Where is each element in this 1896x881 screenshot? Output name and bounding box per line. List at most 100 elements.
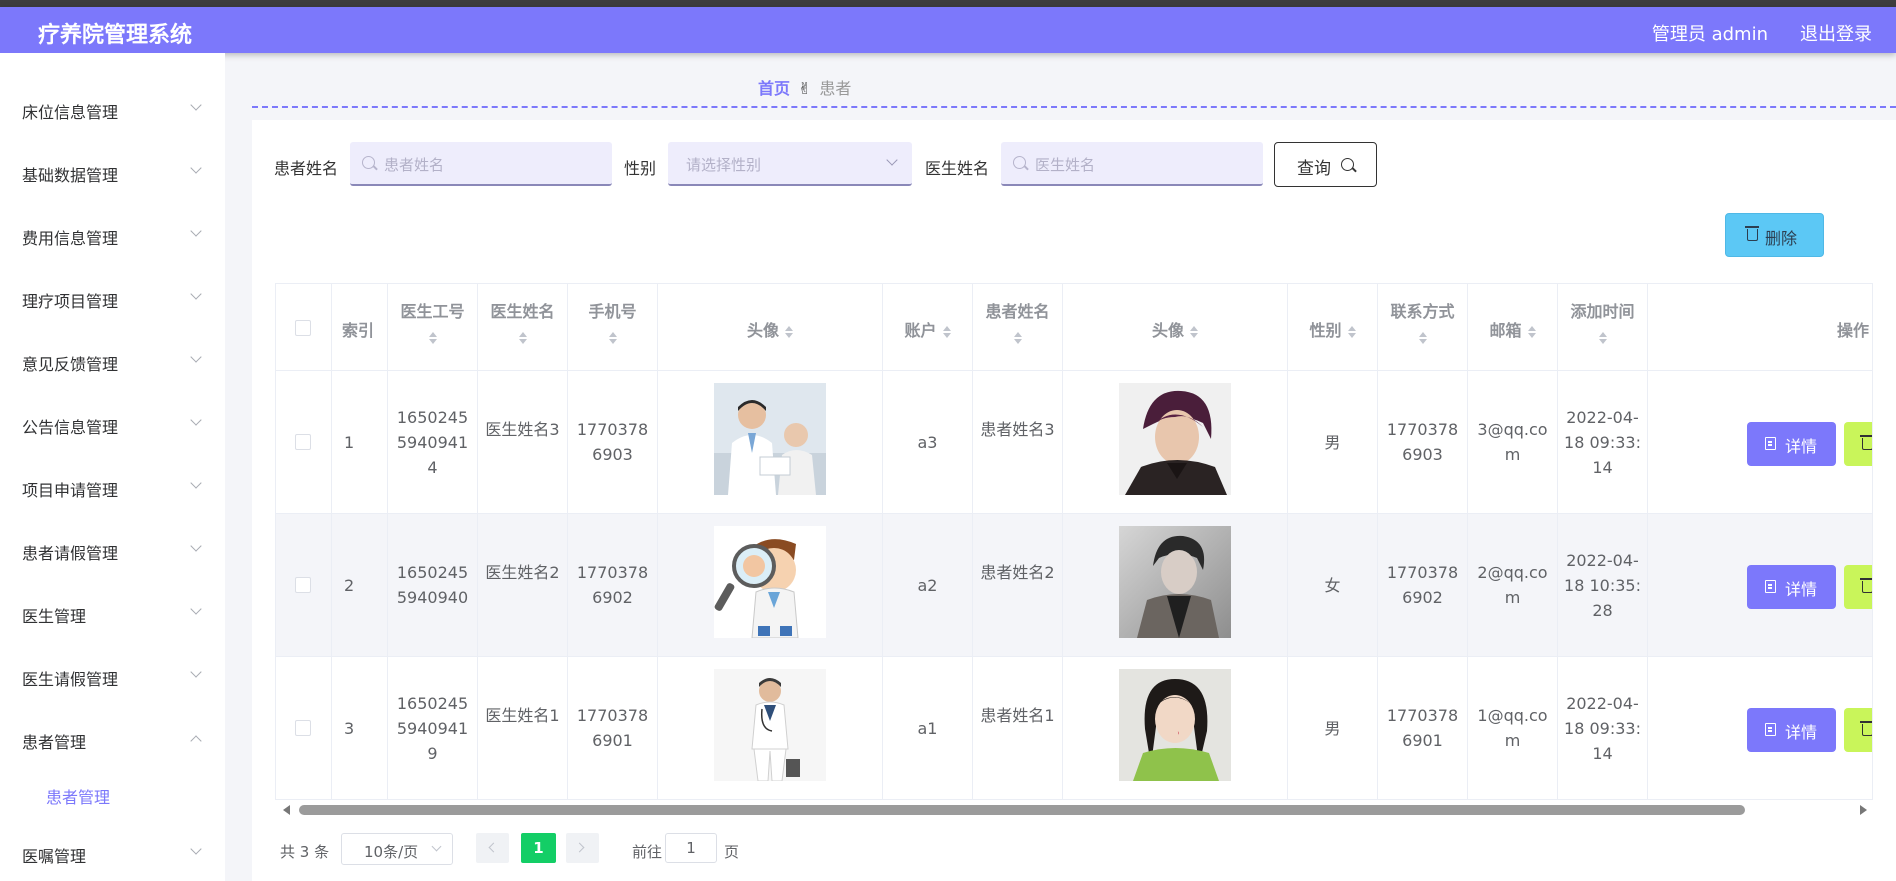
search-icon <box>362 156 375 169</box>
sort-icon[interactable] <box>1527 325 1536 338</box>
cell-doctor-id: 16502455940941 4 <box>396 408 469 477</box>
header-phone[interactable]: 手机号 <box>568 284 658 371</box>
doctor-name-input[interactable]: 医生姓名 <box>1001 142 1263 186</box>
header-doctor-name[interactable]: 医生姓名 <box>478 284 568 371</box>
chevron-down-icon <box>190 477 202 489</box>
row-checkbox[interactable] <box>295 577 311 593</box>
page-number-current[interactable]: 1 <box>521 833 556 863</box>
sidebar-item-basic-data[interactable]: 基础数据管理 <box>0 150 225 194</box>
chevron-left-icon <box>488 842 499 853</box>
sidebar-item-fee-info[interactable]: 费用信息管理 <box>0 213 225 257</box>
header-gender[interactable]: 性别 <box>1288 284 1378 371</box>
scrollbar-thumb[interactable] <box>299 805 1745 815</box>
chevron-right-icon <box>574 842 585 853</box>
trash-icon <box>1860 578 1872 593</box>
cell-doctor-name: 医生姓名1 <box>485 706 560 725</box>
cell-account: a1 <box>917 719 938 738</box>
patient-avatar-image[interactable] <box>1119 669 1231 781</box>
gender-select[interactable]: 请选择性别 <box>668 142 912 186</box>
patient-avatar-image[interactable] <box>1119 383 1231 495</box>
header-account[interactable]: 账户 <box>883 284 973 371</box>
sidebar-item-label: 费用信息管理 <box>22 229 119 248</box>
row-delete-button[interactable]: 删 <box>1844 422 1872 466</box>
gender-label: 性别 <box>624 159 657 178</box>
doctor-avatar-image[interactable] <box>714 669 826 781</box>
main-panel: 患者姓名 患者姓名 性别 请选择性别 医生姓名 医生姓名 查询 删除 索引 医生… <box>252 120 1896 881</box>
header-created[interactable]: 添加时间 <box>1558 284 1648 371</box>
sidebar-item-notice[interactable]: 公告信息管理 <box>0 402 225 446</box>
header-gender-label: 性别 <box>1309 321 1342 340</box>
goto-page-input[interactable]: 1 <box>665 833 717 863</box>
sidebar-item-label: 医生管理 <box>22 607 87 626</box>
detail-button[interactable]: 详情 <box>1747 422 1836 466</box>
header-contact[interactable]: 联系方式 <box>1378 284 1468 371</box>
cell-email: 1@qq.com <box>1477 706 1548 750</box>
row-checkbox[interactable] <box>295 720 311 736</box>
sort-icon[interactable] <box>1598 332 1607 344</box>
sidebar-item-therapy[interactable]: 理疗项目管理 <box>0 276 225 320</box>
sidebar-item-doctor[interactable]: 医生管理 <box>0 591 225 635</box>
sort-icon[interactable] <box>1013 332 1022 344</box>
doctor-avatar-image[interactable] <box>714 383 826 495</box>
search-icon <box>1013 156 1026 169</box>
sort-icon[interactable] <box>608 332 617 344</box>
header-email[interactable]: 邮箱 <box>1468 284 1558 371</box>
patient-avatar-image[interactable] <box>1119 526 1231 638</box>
doctor-avatar-image[interactable] <box>714 526 826 638</box>
patient-name-input[interactable]: 患者姓名 <box>350 142 612 186</box>
header-patient-name[interactable]: 患者姓名 <box>973 284 1063 371</box>
chevron-down-icon <box>190 666 202 678</box>
chevron-down-icon <box>190 540 202 552</box>
scroll-right-arrow-icon[interactable] <box>1860 805 1867 815</box>
cell-contact: 17703786902 <box>1386 563 1459 607</box>
sidebar-item-feedback[interactable]: 意见反馈管理 <box>0 339 225 383</box>
table-row: 2 1650245 5940940 医生姓名2 17703786902 a2 患… <box>276 514 1872 657</box>
delete-button[interactable]: 删除 <box>1725 213 1824 257</box>
query-button[interactable]: 查询 <box>1274 142 1377 187</box>
row-checkbox[interactable] <box>295 434 311 450</box>
detail-button-label: 详情 <box>1785 437 1818 456</box>
header-doctor-id[interactable]: 医生工号 <box>388 284 478 371</box>
select-all-checkbox[interactable] <box>295 320 311 336</box>
sidebar-item-patient[interactable]: 患者管理 <box>0 717 225 761</box>
sort-icon[interactable] <box>785 325 793 338</box>
sort-icon[interactable] <box>428 332 437 344</box>
sort-icon[interactable] <box>518 332 527 344</box>
detail-button[interactable]: 详情 <box>1747 565 1836 609</box>
sidebar-item-medical-order[interactable]: 医嘱管理 <box>0 831 225 875</box>
sidebar-item-project-apply[interactable]: 项目申请管理 <box>0 465 225 509</box>
sort-icon[interactable] <box>1190 325 1198 338</box>
pagination: 共 3 条 10条/页 1 前往 1 页 <box>252 830 1896 870</box>
query-button-label: 查询 <box>1297 159 1331 179</box>
logout-button[interactable]: 退出登录 <box>1800 20 1872 46</box>
sidebar-item-bed-info[interactable]: 床位信息管理 <box>0 87 225 131</box>
page-size-select[interactable]: 10条/页 <box>341 833 453 865</box>
cell-contact: 17703786903 <box>1386 420 1459 464</box>
header-patient-avatar[interactable]: 头像 <box>1063 284 1288 371</box>
sidebar-item-doctor-leave[interactable]: 医生请假管理 <box>0 654 225 698</box>
sidebar-subitem-patient-management[interactable]: 患者管理 <box>0 774 225 814</box>
header-created-label: 添加时间 <box>1570 302 1635 321</box>
sort-icon[interactable] <box>942 325 951 338</box>
sort-icon[interactable] <box>1347 325 1356 338</box>
scroll-left-arrow-icon[interactable] <box>283 805 290 815</box>
app-header: 疗养院管理系统 管理员 admin 退出登录 <box>0 7 1896 53</box>
header-avatar[interactable]: 头像 <box>658 284 883 371</box>
chevron-down-icon <box>190 225 202 237</box>
sort-icon[interactable] <box>1418 332 1427 344</box>
search-icon <box>1341 158 1354 171</box>
cell-doctor-id: 16502455940941 9 <box>396 694 469 763</box>
header-actions-label: 操作 <box>1836 321 1869 340</box>
chevron-down-icon <box>886 154 898 166</box>
document-icon <box>1765 437 1776 450</box>
sidebar-item-patient-leave[interactable]: 患者请假管理 <box>0 528 225 572</box>
row-delete-button[interactable]: 删 <box>1844 708 1872 752</box>
detail-button[interactable]: 详情 <box>1747 708 1836 752</box>
next-page-button[interactable] <box>566 833 599 863</box>
row-delete-button[interactable]: 删 <box>1844 565 1872 609</box>
chevron-down-icon <box>190 414 202 426</box>
prev-page-button[interactable] <box>476 833 509 863</box>
cell-patient-name: 患者姓名2 <box>980 563 1055 582</box>
breadcrumb-home[interactable]: 首页 <box>758 79 790 98</box>
horizontal-scrollbar[interactable] <box>275 800 1873 820</box>
